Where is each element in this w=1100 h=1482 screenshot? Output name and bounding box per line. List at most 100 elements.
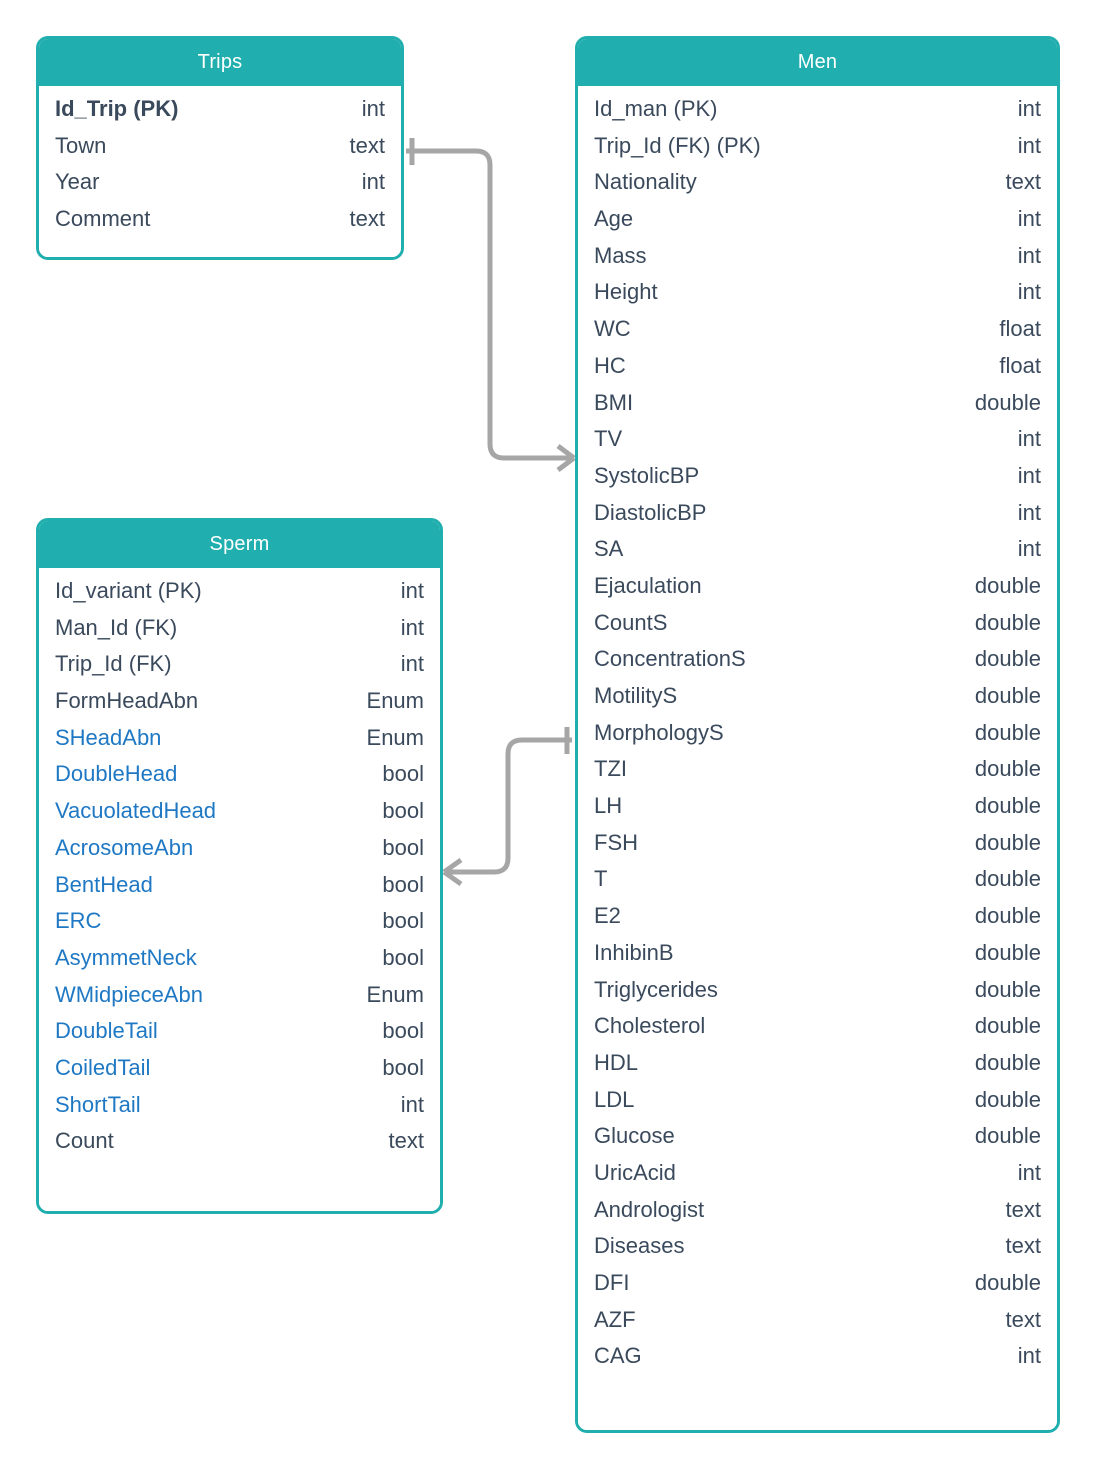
field-name: Nationality [594, 169, 697, 195]
field-row[interactable]: Tdouble [594, 866, 1041, 903]
field-row[interactable]: CountS double [594, 610, 1041, 647]
field-row[interactable]: Age int [594, 206, 1041, 243]
field-row[interactable]: BentHead bool [55, 872, 424, 909]
field-row[interactable]: DFI double [594, 1270, 1041, 1307]
field-row[interactable]: SA int [594, 536, 1041, 573]
field-row[interactable]: Year int [55, 169, 385, 206]
field-row[interactable]: Id_Trip (PK) int [55, 96, 385, 133]
field-type: bool [382, 908, 424, 934]
field-row[interactable]: AsymmetNeck bool [55, 945, 424, 982]
field-row[interactable]: Ejaculation double [594, 573, 1041, 610]
field-name: Ejaculation [594, 572, 702, 598]
entity-title-sperm: Sperm [39, 521, 440, 568]
field-row[interactable]: Andrologist text [594, 1197, 1041, 1234]
field-row[interactable]: LDL double [594, 1087, 1041, 1124]
field-row[interactable]: Id_variant (PK) int [55, 578, 424, 615]
field-type: bool [382, 1018, 424, 1044]
field-row[interactable]: FormHeadAbn Enum [55, 688, 424, 725]
field-name: AsymmetNeck [55, 944, 197, 970]
field-name: Andrologist [594, 1196, 705, 1222]
field-row[interactable]: Town text [55, 133, 385, 170]
field-type: double [974, 1270, 1041, 1295]
field-type: int [1017, 96, 1041, 121]
entity-table-sperm[interactable]: Sperm Id_variant (PK) int Man_Id (FK) int Tr… [36, 518, 443, 1214]
field-name: MorphologyS [594, 719, 724, 745]
field-row[interactable]: Mass int [594, 243, 1041, 280]
field-row[interactable]: AZF text [594, 1307, 1041, 1344]
field-row[interactable]: DoubleHead bool [55, 761, 424, 798]
field-row[interactable]: Glucose double [594, 1123, 1041, 1160]
field-row[interactable]: TZI double [594, 756, 1041, 793]
field-name: LH [594, 793, 623, 819]
field-row[interactable]: WMidpieceAbn Enum [55, 982, 424, 1019]
entity-table-men[interactable]: Men Id_man (PK) int Trip_Id (FK) (PK) int Na… [575, 36, 1060, 1434]
field-type: double [974, 646, 1041, 672]
field-row[interactable]: Nationality text [594, 169, 1041, 206]
field-row[interactable]: HDL double [594, 1050, 1041, 1087]
field-type: int [1017, 426, 1041, 452]
field-type: bool [382, 761, 424, 787]
field-row[interactable]: CoiledTail bool [55, 1055, 424, 1092]
field-row[interactable]: CAG int [594, 1343, 1041, 1380]
field-name: Town [55, 132, 107, 158]
field-row[interactable]: DiastolicBP int [594, 500, 1041, 537]
relationship-trips-to-men [406, 138, 576, 472]
field-row[interactable]: ShortTail int [55, 1092, 424, 1129]
field-row[interactable]: UricAcid int [594, 1160, 1041, 1197]
field-row[interactable]: Trip_Id (FK) int [55, 651, 424, 688]
field-row[interactable]: Comment text [55, 206, 385, 243]
field-type: double [974, 683, 1041, 708]
field-row[interactable]: Height int [594, 279, 1041, 316]
field-row[interactable]: AcrosomeAbn bool [55, 835, 424, 872]
field-row[interactable]: DoubleTail bool [55, 1018, 424, 1055]
field-row[interactable]: InhibinB double [594, 940, 1041, 977]
field-row[interactable]: Man_Id (FK) int [55, 615, 424, 652]
field-type: Enum [366, 724, 424, 750]
field-name: AcrosomeAbn [55, 834, 194, 860]
field-type: double [974, 1086, 1041, 1112]
field-type: bool [382, 944, 424, 970]
field-type: double [974, 939, 1041, 965]
field-name: DoubleTail [55, 1018, 158, 1044]
field-row[interactable]: BMI double [594, 390, 1041, 427]
field-row[interactable]: Diseases text [594, 1233, 1041, 1270]
field-row[interactable]: Trip_Id (FK) (PK) int [594, 133, 1041, 170]
field-type: int [400, 614, 424, 640]
field-row[interactable]: MorphologyS double [594, 720, 1041, 757]
field-name: DFI [594, 1270, 630, 1295]
field-type: int [1017, 1159, 1041, 1185]
field-name: Age [594, 206, 634, 232]
field-row[interactable]: Triglycerides double [594, 977, 1041, 1014]
field-row[interactable]: SHeadAbn Enum [55, 725, 424, 762]
entity-title-trips: Trips [39, 39, 401, 86]
field-name: ConcentrationS [594, 646, 746, 672]
field-row[interactable]: LH double [594, 793, 1041, 830]
cardinality-many-crowsfoot-men [556, 444, 576, 472]
field-row[interactable]: ConcentrationS double [594, 646, 1041, 683]
field-type: double [974, 1123, 1041, 1149]
field-row[interactable]: E2 double [594, 903, 1041, 940]
field-type: double [974, 389, 1041, 415]
field-row[interactable]: ERC bool [55, 908, 424, 945]
field-row[interactable]: Cholesterol double [594, 1013, 1041, 1050]
field-type: double [974, 829, 1041, 855]
field-type: bool [382, 834, 424, 860]
field-name: T [594, 866, 608, 892]
field-row[interactable]: TV int [594, 426, 1041, 463]
field-name: CoiledTail [55, 1054, 151, 1080]
field-row[interactable]: Count text [55, 1128, 424, 1165]
field-name: HC [594, 352, 626, 378]
field-name: TZI [594, 756, 627, 782]
entity-table-trips[interactable]: Trips Id_Trip (PK) int Town text Year int Comm… [36, 36, 404, 260]
field-row[interactable]: MotilityS double [594, 683, 1041, 720]
field-row[interactable]: HC float [594, 353, 1041, 390]
field-type: text [349, 206, 385, 232]
field-row[interactable]: VacuolatedHead bool [55, 798, 424, 835]
field-row[interactable]: WC float [594, 316, 1041, 353]
field-row[interactable]: FSH double [594, 830, 1041, 867]
field-type: float [999, 316, 1041, 342]
field-row[interactable]: SystolicBP int [594, 463, 1041, 500]
field-name: SA [594, 536, 624, 562]
field-name: DiastolicBP [594, 499, 707, 525]
field-row[interactable]: Id_man (PK) int [594, 96, 1041, 133]
